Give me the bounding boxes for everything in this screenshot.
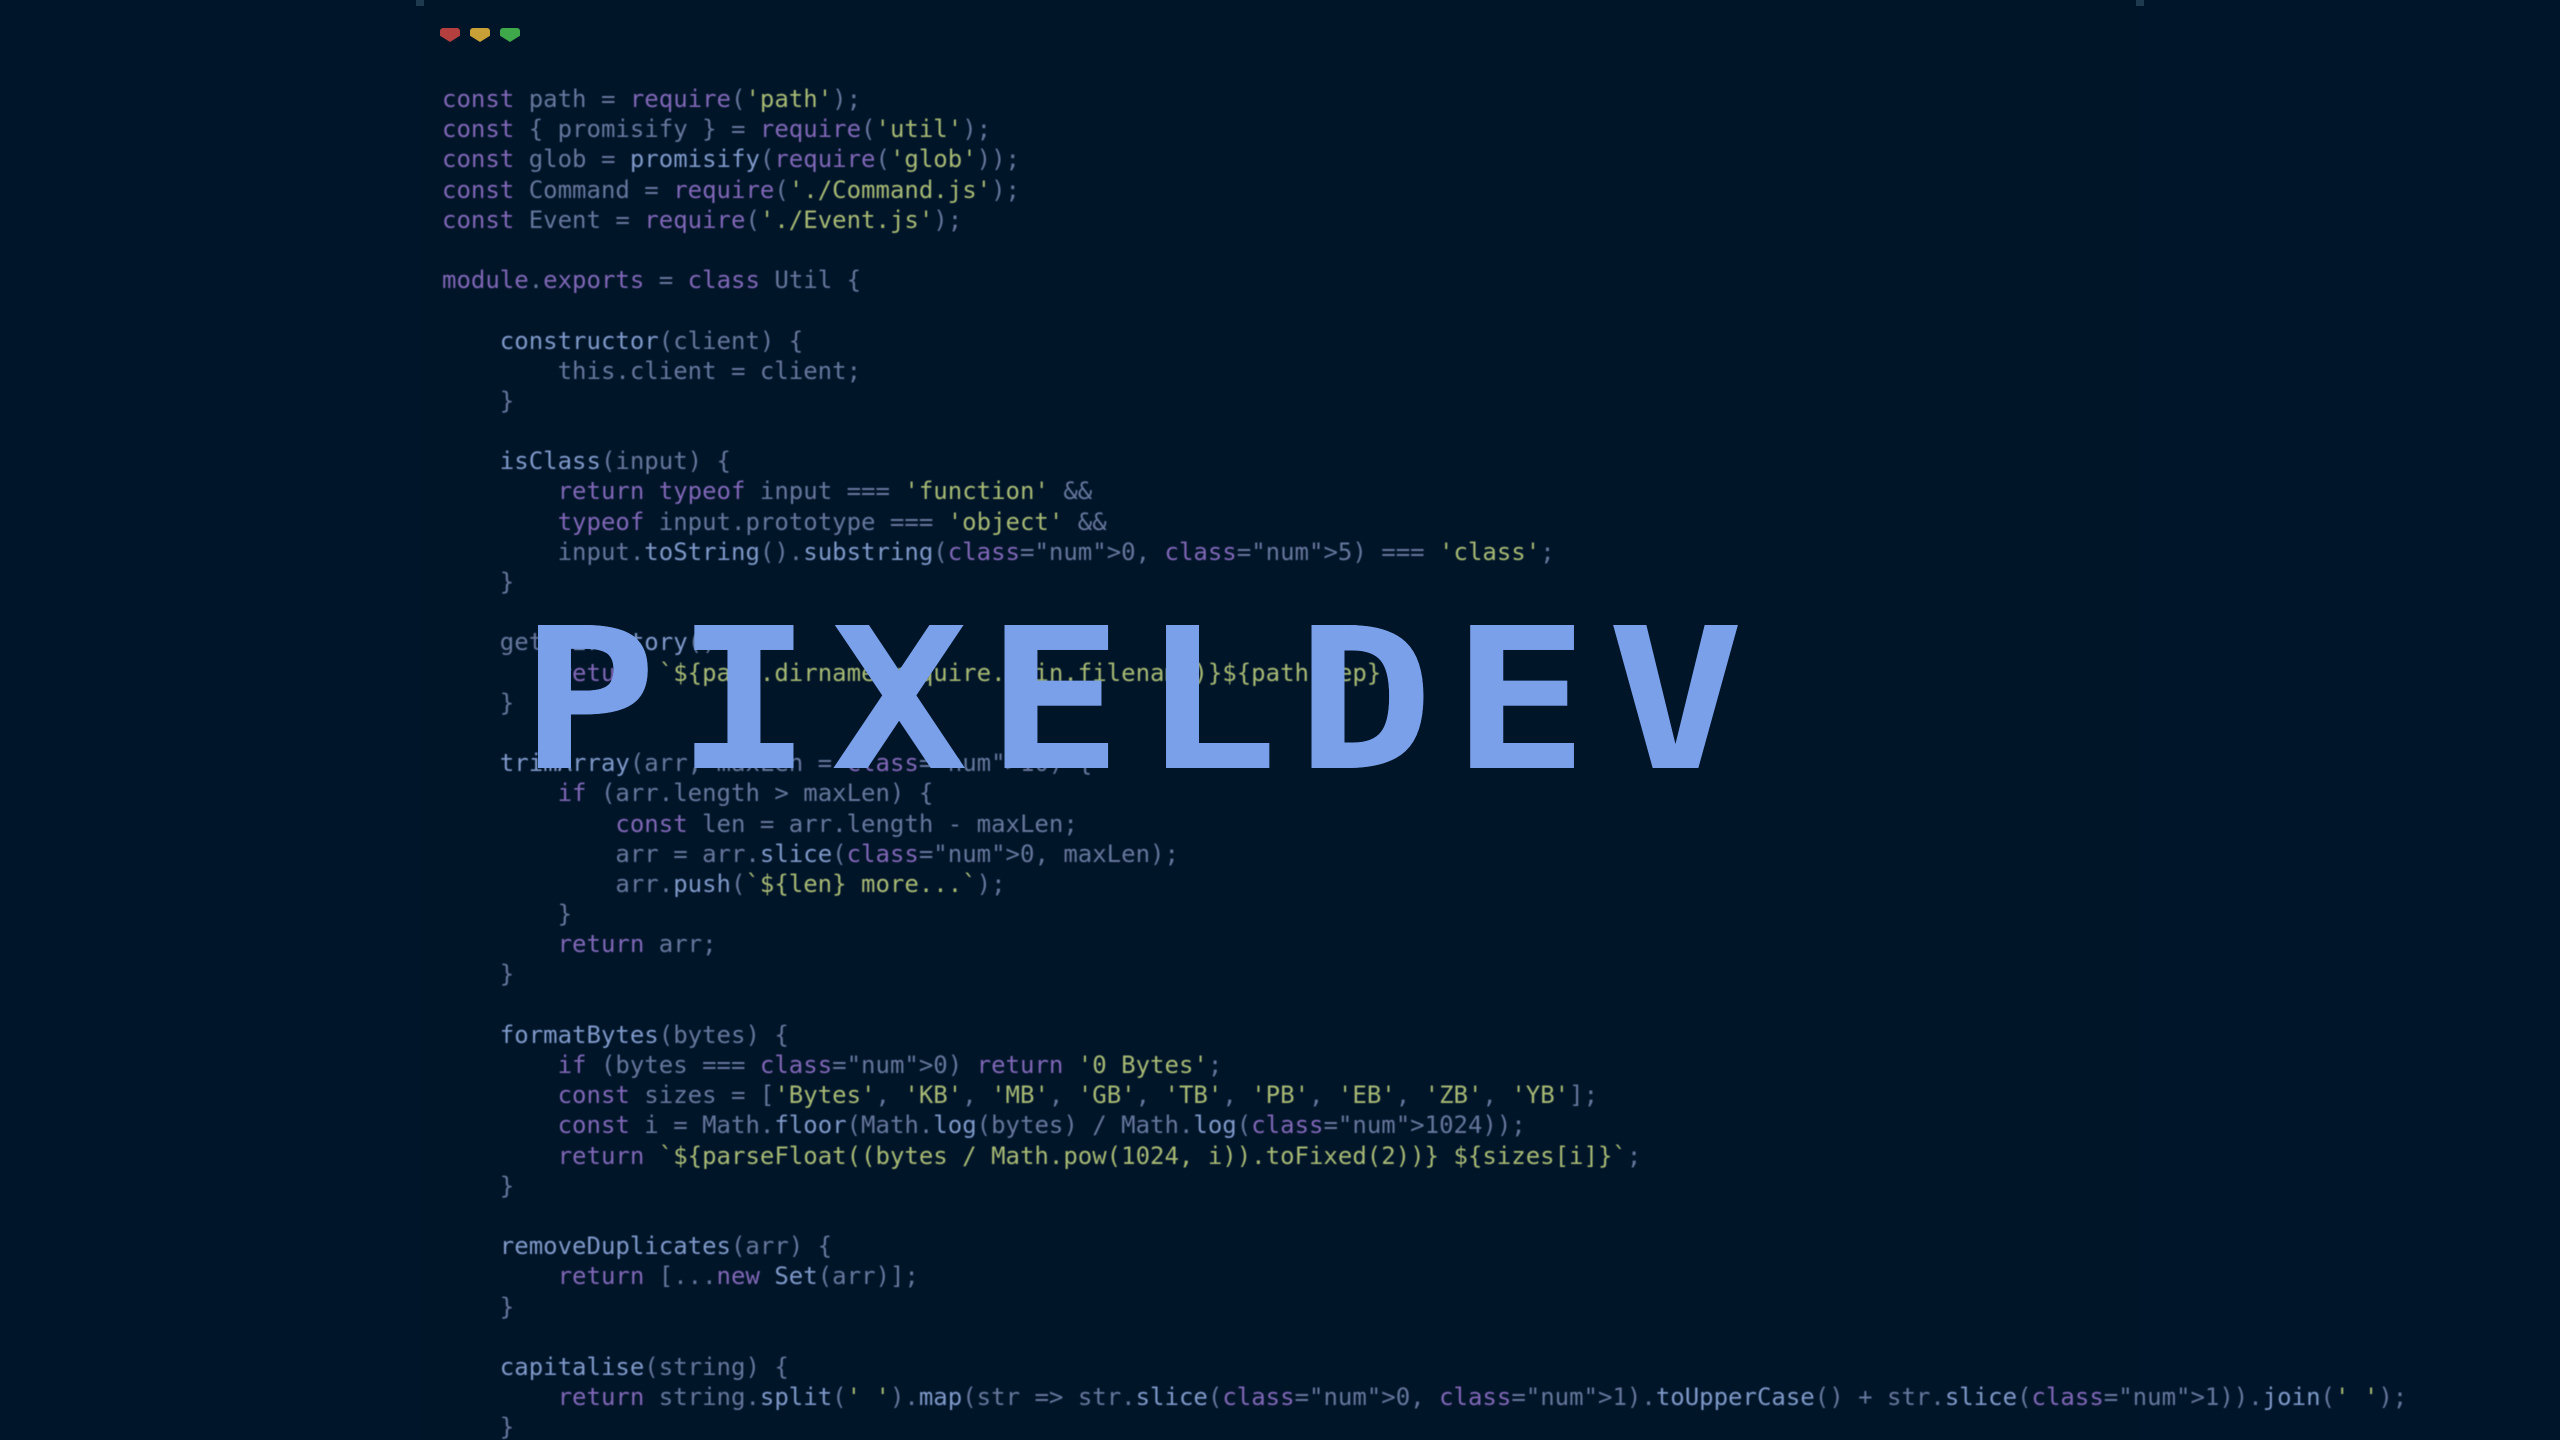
code-line: }	[442, 900, 573, 929]
code-line: return string.split(' ').map(str => str.…	[557, 1383, 2408, 1412]
code-line: }	[442, 1292, 515, 1321]
code-line: const Event = require('./Event.js');	[442, 205, 963, 234]
code-line: }	[442, 960, 515, 989]
code-line: capitalise(string) {	[499, 1352, 789, 1381]
code-line: arr = arr.slice(class="num">0, maxLen);	[442, 839, 1179, 868]
code-line: return arr;	[557, 930, 717, 959]
code-line: }	[442, 1171, 515, 1200]
code-line: this.client = client;	[442, 356, 862, 385]
code-line: arr.push(`${len} more...`);	[442, 869, 1006, 898]
window-corner-right	[2136, 0, 2144, 6]
desktop-background: const path = require('path'); const { pro…	[0, 0, 2560, 1440]
minimize-button[interactable]	[470, 28, 490, 42]
code-line: const glob = promisify(require('glob'));	[442, 145, 1021, 174]
code-line: isClass(input) {	[499, 447, 731, 476]
code-line: const i = Math.floor(Math.log(bytes) / M…	[557, 1111, 1526, 1140]
code-line: }	[442, 1413, 515, 1440]
logo-text: PIXELDEV	[520, 585, 1763, 815]
close-button[interactable]	[440, 28, 460, 42]
code-line: return `${parseFloat((bytes / Math.pow(1…	[557, 1141, 1642, 1170]
code-line: typeof input.prototype === 'object' &&	[557, 507, 1107, 536]
code-line: }	[442, 386, 515, 415]
code-line: const path = require('path');	[442, 85, 862, 113]
maximize-button[interactable]	[500, 28, 520, 42]
code-line: return typeof input === 'function' &&	[557, 477, 1093, 506]
code-line: removeDuplicates(arr) {	[499, 1232, 833, 1261]
code-line: const sizes = ['Bytes', 'KB', 'MB', 'GB'…	[557, 1081, 1599, 1110]
code-line: module.exports = class Util {	[442, 266, 862, 295]
window-corner-left	[416, 0, 424, 6]
code-line: const { promisify } = require('util');	[442, 115, 992, 144]
code-line: constructor(client) {	[499, 326, 804, 355]
code-line: if (bytes === class="num">0) return '0 B…	[557, 1051, 1223, 1079]
code-line: return [...new Set(arr)];	[557, 1262, 919, 1291]
code-line: formatBytes(bytes) {	[499, 1020, 789, 1049]
code-line: const Command = require('./Command.js');	[442, 175, 1021, 204]
pixeldev-logo: PIXELDEV	[520, 600, 2040, 800]
code-line: input.toString().substring(class="num">0…	[442, 537, 1555, 566]
window-controls	[440, 28, 520, 42]
